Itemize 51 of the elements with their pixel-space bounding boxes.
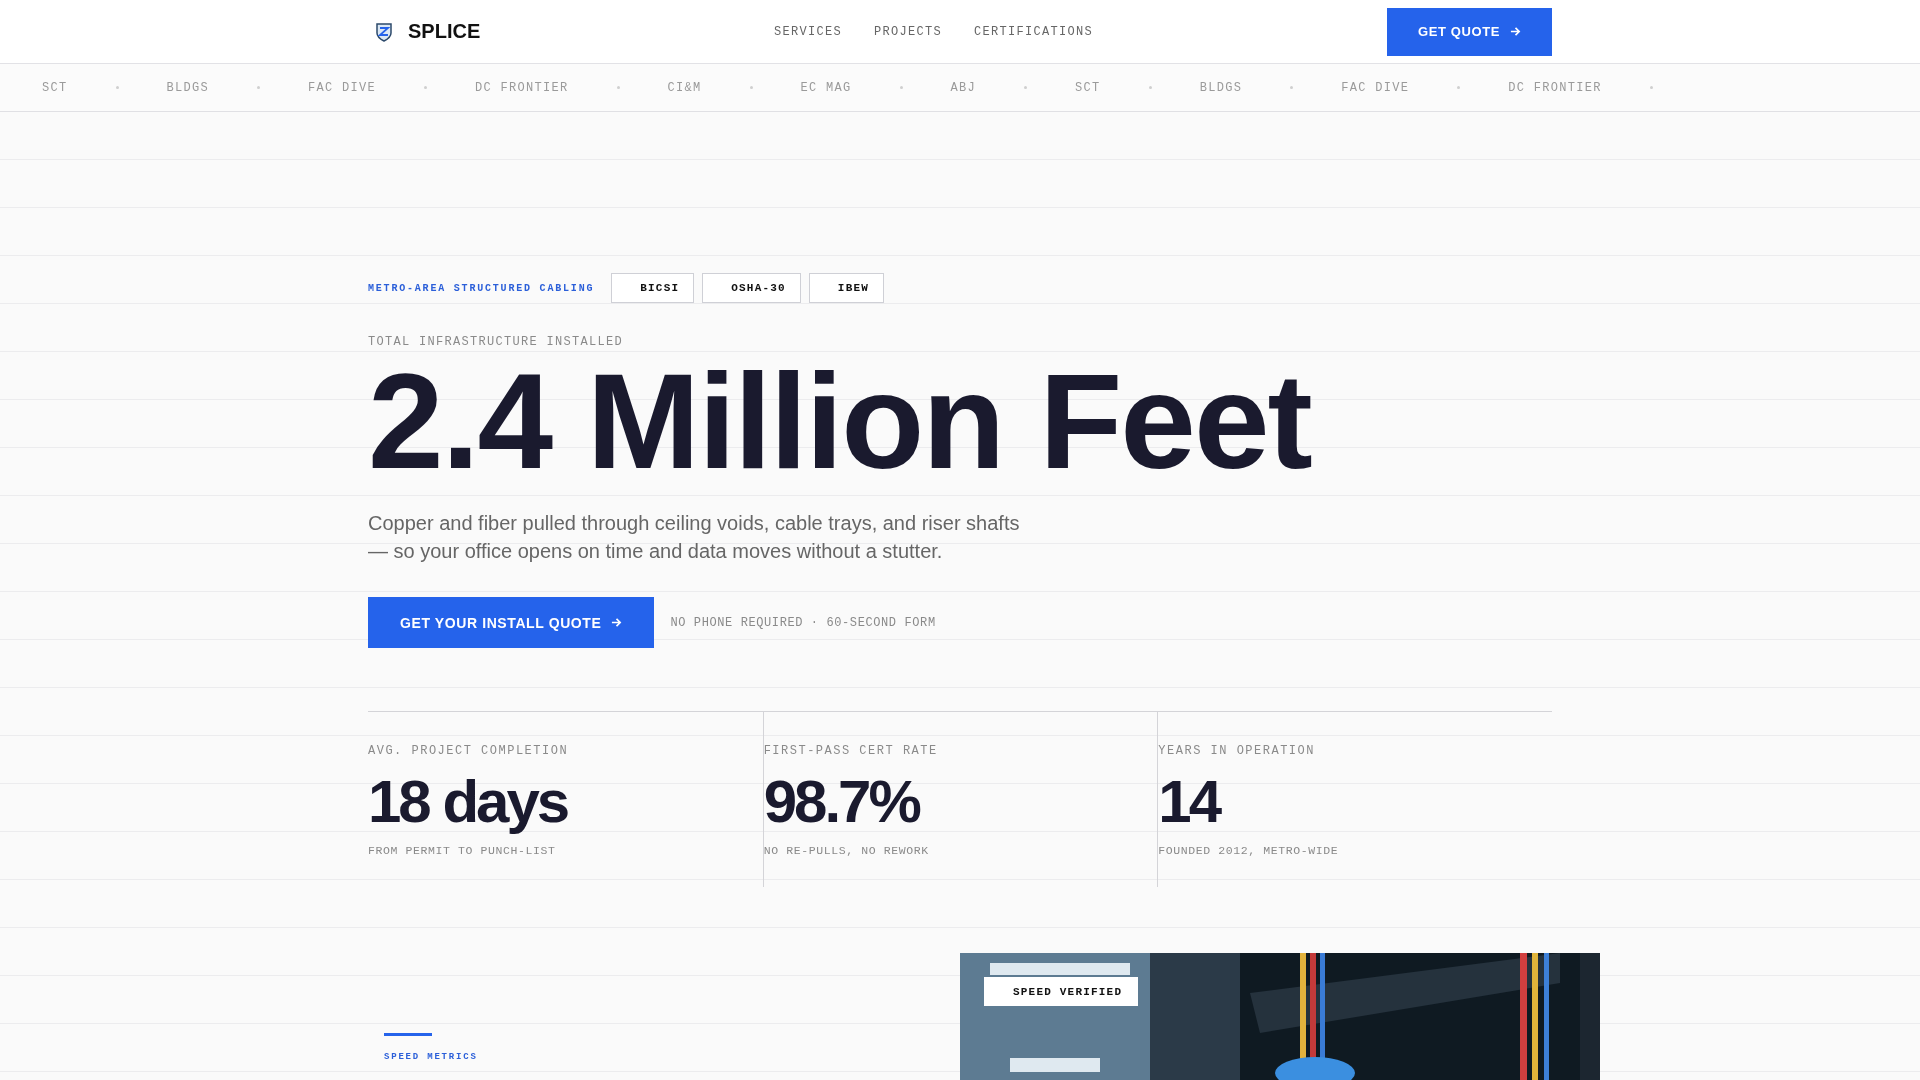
ticker-item: EC MAG	[800, 80, 852, 95]
stat-caption: FROM PERMIT TO PUNCH-LIST	[368, 844, 557, 857]
stat-label: YEARS IN OPERATION	[1158, 744, 1316, 758]
stat-value: 18 days	[368, 772, 569, 832]
accent-line	[384, 1033, 432, 1036]
nav-link[interactable]: CERTIFICATIONS	[974, 24, 1094, 39]
arrow-icon	[1510, 26, 1521, 37]
separator-dot	[749, 86, 753, 89]
ticker-item: FAC DIVE	[1341, 80, 1410, 95]
kicker-text: TOTAL INFRASTRUCTURE INSTALLED	[368, 335, 625, 349]
separator-dot	[1457, 86, 1461, 89]
separator-dot	[1649, 86, 1653, 89]
section-eyebrow: SPEED METRICS	[384, 1052, 478, 1062]
separator-dot	[616, 86, 620, 89]
separator-dot	[257, 86, 261, 89]
form-note: NO PHONE REQUIRED · 60-SECOND FORM	[670, 615, 936, 630]
stat-caption: FOUNDED 2012, METRO-WIDE	[1158, 844, 1340, 857]
nav-link[interactable]: PROJECTS	[874, 24, 943, 39]
headline: 2.4 Million Feet	[367, 351, 1312, 491]
ticker-item: CI&M	[667, 80, 702, 95]
certification-badge: BICSI	[611, 273, 695, 303]
eyebrow-text: METRO-AREA STRUCTURED CABLING	[368, 282, 595, 294]
ticker-item: DC FRONTIER	[475, 80, 569, 95]
ticker-item: SCT	[1075, 80, 1101, 95]
separator-dot	[424, 86, 428, 89]
certification-badge: IBEW	[808, 273, 885, 303]
separator-dot	[1290, 86, 1294, 89]
stat-label: AVG. PROJECT COMPLETION	[368, 744, 570, 758]
ticker-item: BLDGS	[1199, 80, 1243, 95]
ticker-item: SCT	[42, 80, 68, 95]
nav-link[interactable]: SERVICES	[774, 24, 842, 39]
separator-dot	[1024, 86, 1028, 89]
ticker-item: DC FRONTIER	[1508, 80, 1602, 95]
stat-value: 14	[1158, 772, 1221, 832]
brand-name: SPLICE	[408, 20, 481, 43]
separator-dot	[115, 86, 119, 89]
ticker-item: BLDGS	[166, 80, 210, 95]
certification-badge: OSHA-30	[702, 273, 801, 303]
logo-icon	[374, 21, 394, 42]
separator-dot	[899, 86, 903, 89]
ticker-item: FAC DIVE	[308, 80, 377, 95]
ticker-item: ABJ	[950, 80, 977, 95]
get-quote-button[interactable]: GET QUOTE	[1387, 7, 1552, 56]
stat-label: FIRST-PASS CERT RATE	[763, 744, 939, 758]
stat-value: 98.7%	[763, 772, 921, 832]
lede-paragraph: Copper and fiber pulled through ceiling voids, cable trays, and riser shafts — so your office opens on time and data moves without a stutter.	[368, 511, 1021, 564]
separator-dot	[1148, 86, 1152, 89]
install-quote-button[interactable]: GET YOUR INSTALL QUOTE	[368, 597, 655, 648]
photo-tag: SPEED VERIFIED	[984, 977, 1139, 1006]
stat-caption: NO RE-PULLS, NO REWORK	[763, 844, 930, 857]
arrow-icon	[611, 617, 623, 628]
